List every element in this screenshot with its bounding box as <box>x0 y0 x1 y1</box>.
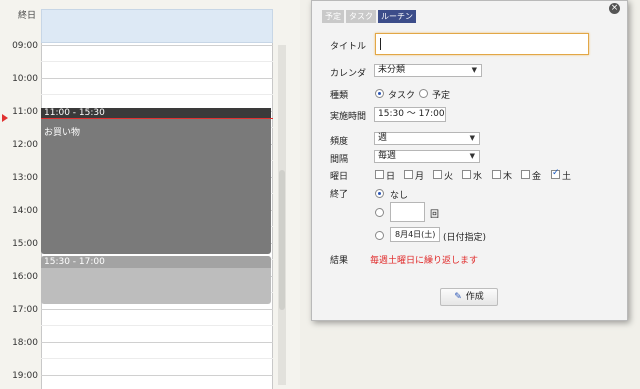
weekday-sun-label: 日 <box>386 172 396 182</box>
end-date-field[interactable]: 8月4日(土) <box>390 227 440 242</box>
end-count-unit: 回 <box>430 210 440 220</box>
hour-label: 17:00 <box>12 305 38 315</box>
weekday-thu-checkbox[interactable] <box>492 170 501 179</box>
day-calendar: 終日 09:00 10:00 11:00 12:00 13:00 14:00 1… <box>0 0 300 389</box>
event-title: お買い物 <box>44 128 81 138</box>
weekday-mon-label: 月 <box>415 172 425 182</box>
weekday-fri-checkbox[interactable] <box>521 170 530 179</box>
weekday-sat-checkbox[interactable] <box>551 168 560 179</box>
current-time-line <box>41 118 273 119</box>
type-event-radio[interactable] <box>419 89 428 98</box>
frequency-select[interactable]: 週 ▼ <box>374 132 480 145</box>
interval-select-value: 毎週 <box>378 151 397 161</box>
weekday-wed-label: 水 <box>473 172 483 182</box>
weekday-label: 曜日 <box>330 172 349 182</box>
dropdown-arrow-icon: ▼ <box>471 66 477 74</box>
interval-select[interactable]: 毎週 ▼ <box>374 150 480 163</box>
hour-label: 13:00 <box>12 173 38 183</box>
type-task-radio[interactable] <box>375 89 384 98</box>
hour-label: 10:00 <box>12 74 38 84</box>
end-none-radio[interactable] <box>375 189 384 198</box>
scrollbar-thumb[interactable] <box>279 170 285 310</box>
calendar-select-value: 未分類 <box>378 65 406 75</box>
type-tabs: 予定 タスク ルーチン <box>322 10 416 23</box>
create-item-dialog: 予定 タスク ルーチン × タイトル カレンダ 未分類 ▼ 種類 タスク 予定 … <box>311 0 628 321</box>
time-range-field[interactable]: 15:30 ～ 17:00 <box>374 107 446 122</box>
tab-routine[interactable]: ルーチン <box>378 10 416 23</box>
weekday-mon-checkbox[interactable] <box>404 170 413 179</box>
frequency-select-value: 週 <box>378 133 388 143</box>
close-icon[interactable]: × <box>609 3 620 14</box>
weekday-tue-checkbox[interactable] <box>433 170 442 179</box>
dropdown-arrow-icon: ▼ <box>469 134 475 142</box>
event-block-new[interactable]: 15:30 - 17:00 <box>41 256 271 304</box>
weekday-wed-checkbox[interactable] <box>462 170 471 179</box>
weekday-thu-label: 木 <box>503 172 513 182</box>
hour-label: 12:00 <box>12 140 38 150</box>
end-date-suffix: (日付指定) <box>443 233 487 243</box>
calendar-label: カレンダ <box>330 69 367 79</box>
end-count-input[interactable] <box>390 202 425 222</box>
current-time-marker-icon <box>2 114 8 122</box>
type-event-label: 予定 <box>432 91 451 101</box>
event-block[interactable]: 11:00 - 15:30 お買い物 <box>41 108 271 254</box>
tab-event[interactable]: 予定 <box>322 10 344 23</box>
time-label: 実施時間 <box>330 112 367 122</box>
hour-label: 09:00 <box>12 41 38 51</box>
type-task-label: タスク <box>388 91 416 101</box>
weekday-sat-label: 土 <box>562 172 572 182</box>
hour-label: 19:00 <box>12 371 38 381</box>
hour-label: 15:00 <box>12 239 38 249</box>
frequency-label: 頻度 <box>330 137 349 147</box>
result-text: 毎週土曜日に繰り返します <box>370 256 479 266</box>
hour-label: 18:00 <box>12 338 38 348</box>
result-label: 結果 <box>330 256 349 266</box>
allday-cell[interactable] <box>41 9 273 43</box>
end-none-label: なし <box>390 191 409 201</box>
hour-label: 16:00 <box>12 272 38 282</box>
create-button-label: 作成 <box>465 292 484 302</box>
event-time: 15:30 - 17:00 <box>41 256 271 268</box>
dropdown-arrow-icon: ▼ <box>469 152 475 160</box>
end-label: 終了 <box>330 190 349 200</box>
interval-label: 間隔 <box>330 155 349 165</box>
type-label: 種類 <box>330 91 349 101</box>
end-date-radio[interactable] <box>375 231 384 240</box>
calendar-select[interactable]: 未分類 ▼ <box>374 64 482 77</box>
weekday-fri-label: 金 <box>532 172 542 182</box>
end-count-radio[interactable] <box>375 208 384 217</box>
title-label: タイトル <box>330 42 367 52</box>
pencil-icon: ✎ <box>454 292 462 302</box>
allday-label: 終日 <box>17 11 36 21</box>
weekday-tue-label: 火 <box>444 172 454 182</box>
create-button[interactable]: ✎ 作成 <box>440 288 498 306</box>
tab-task[interactable]: タスク <box>346 10 376 23</box>
weekday-sun-checkbox[interactable] <box>375 170 384 179</box>
hour-label: 14:00 <box>12 206 38 216</box>
title-input[interactable] <box>375 33 589 55</box>
